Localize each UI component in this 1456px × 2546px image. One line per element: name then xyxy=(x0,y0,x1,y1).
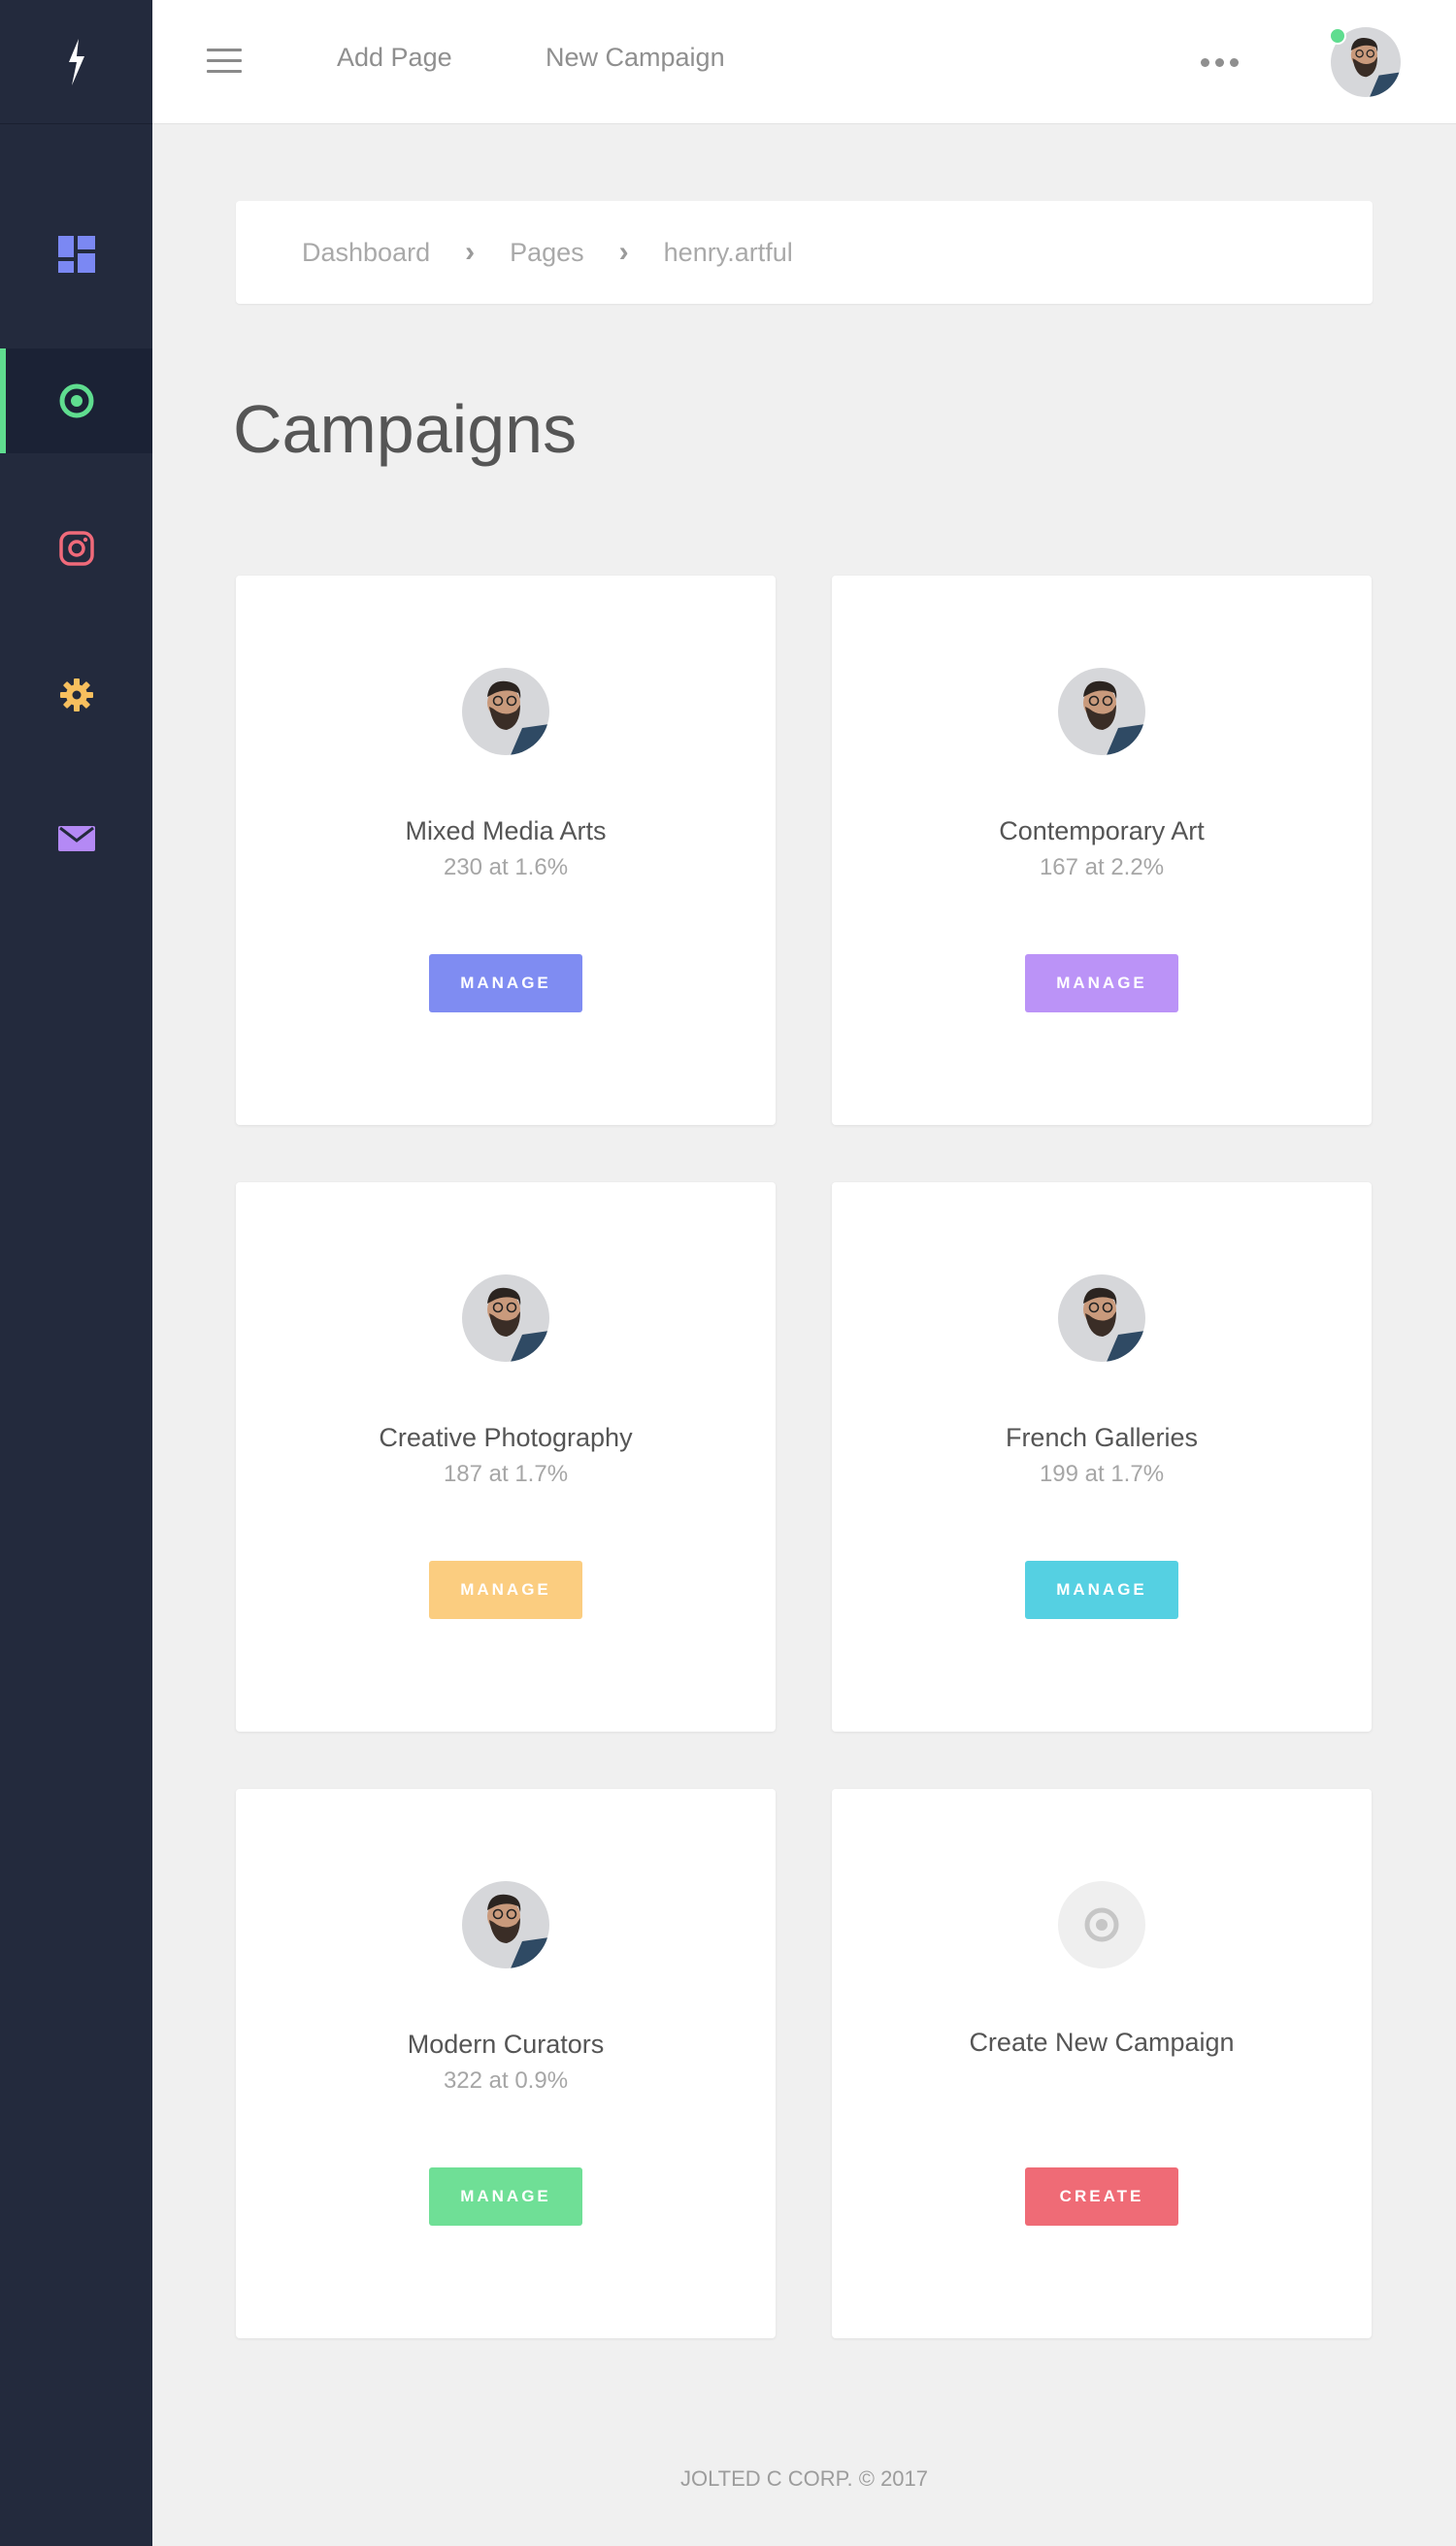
footer-copyright: JOLTED C CORP. © 2017 xyxy=(679,2466,929,2491)
online-status-dot xyxy=(1329,27,1346,45)
sidebar-item-dashboard[interactable] xyxy=(0,202,152,307)
hamburger-icon[interactable] xyxy=(207,49,242,76)
target-icon xyxy=(1058,1881,1145,1968)
sidebar-item-messages[interactable] xyxy=(0,786,152,891)
breadcrumb-current[interactable]: henry.artful xyxy=(664,238,793,268)
campaign-card: Modern Curators 322 at 0.9% MANAGE xyxy=(236,1789,776,2338)
manage-button[interactable]: MANAGE xyxy=(1025,954,1178,1012)
campaign-avatar xyxy=(462,668,549,755)
manage-button[interactable]: MANAGE xyxy=(429,2167,582,2226)
campaign-card: Creative Photography 187 at 1.7% MANAGE xyxy=(236,1182,776,1732)
campaign-name: Creative Photography xyxy=(379,1423,633,1452)
campaign-avatar xyxy=(1058,1274,1145,1362)
breadcrumb-separator: › xyxy=(465,236,476,268)
breadcrumb-separator: › xyxy=(618,236,629,268)
campaign-card: Contemporary Art 167 at 2.2% MANAGE xyxy=(832,576,1372,1125)
campaign-name: Modern Curators xyxy=(407,2030,605,2059)
instagram-icon xyxy=(58,531,94,566)
manage-button[interactable]: MANAGE xyxy=(429,1561,582,1619)
campaign-card: Mixed Media Arts 230 at 1.6% MANAGE xyxy=(236,576,776,1125)
manage-button[interactable]: MANAGE xyxy=(429,954,582,1012)
target-icon xyxy=(59,383,93,418)
manage-button[interactable]: MANAGE xyxy=(1025,1561,1178,1619)
more-dots-icon[interactable] xyxy=(1201,50,1249,74)
campaign-card: French Galleries 199 at 1.7% MANAGE xyxy=(832,1182,1372,1732)
campaign-stat: 199 at 1.7% xyxy=(1039,1461,1165,1487)
campaign-stat: 167 at 2.2% xyxy=(1039,854,1165,880)
campaign-avatar xyxy=(462,1274,549,1362)
bolt-icon xyxy=(68,38,84,85)
campaign-name: Contemporary Art xyxy=(999,816,1205,845)
sidebar-item-instagram[interactable] xyxy=(0,496,152,601)
breadcrumb-dashboard[interactable]: Dashboard xyxy=(302,238,430,268)
campaign-name: French Galleries xyxy=(1005,1423,1199,1452)
top-bar: Add Page New Campaign xyxy=(152,0,1456,124)
breadcrumb: Dashboard › Pages › henry.artful xyxy=(236,201,1373,304)
campaign-avatar xyxy=(462,1881,549,1968)
sidebar-item-campaigns[interactable] xyxy=(0,348,152,453)
sidebar-item-settings[interactable] xyxy=(0,643,152,747)
logo[interactable] xyxy=(0,0,152,124)
create-campaign-card: Create New Campaign CREATE xyxy=(832,1789,1372,2338)
campaign-name: Mixed Media Arts xyxy=(405,816,607,845)
page-title: Campaigns xyxy=(233,391,578,467)
campaign-stat: 187 at 1.7% xyxy=(443,1461,569,1487)
mail-icon xyxy=(57,826,95,851)
gear-icon xyxy=(59,678,93,711)
create-button[interactable]: CREATE xyxy=(1025,2167,1178,2226)
add-page-link[interactable]: Add Page xyxy=(337,43,452,73)
campaign-avatar xyxy=(1058,668,1145,755)
dashboard-icon xyxy=(57,236,95,273)
new-campaign-link[interactable]: New Campaign xyxy=(546,43,725,73)
breadcrumb-pages[interactable]: Pages xyxy=(510,238,584,268)
create-campaign-title: Create New Campaign xyxy=(969,2028,1235,2057)
campaign-stat: 230 at 1.6% xyxy=(443,854,569,880)
campaign-stat: 322 at 0.9% xyxy=(443,2067,569,2094)
sidebar xyxy=(0,0,152,2546)
